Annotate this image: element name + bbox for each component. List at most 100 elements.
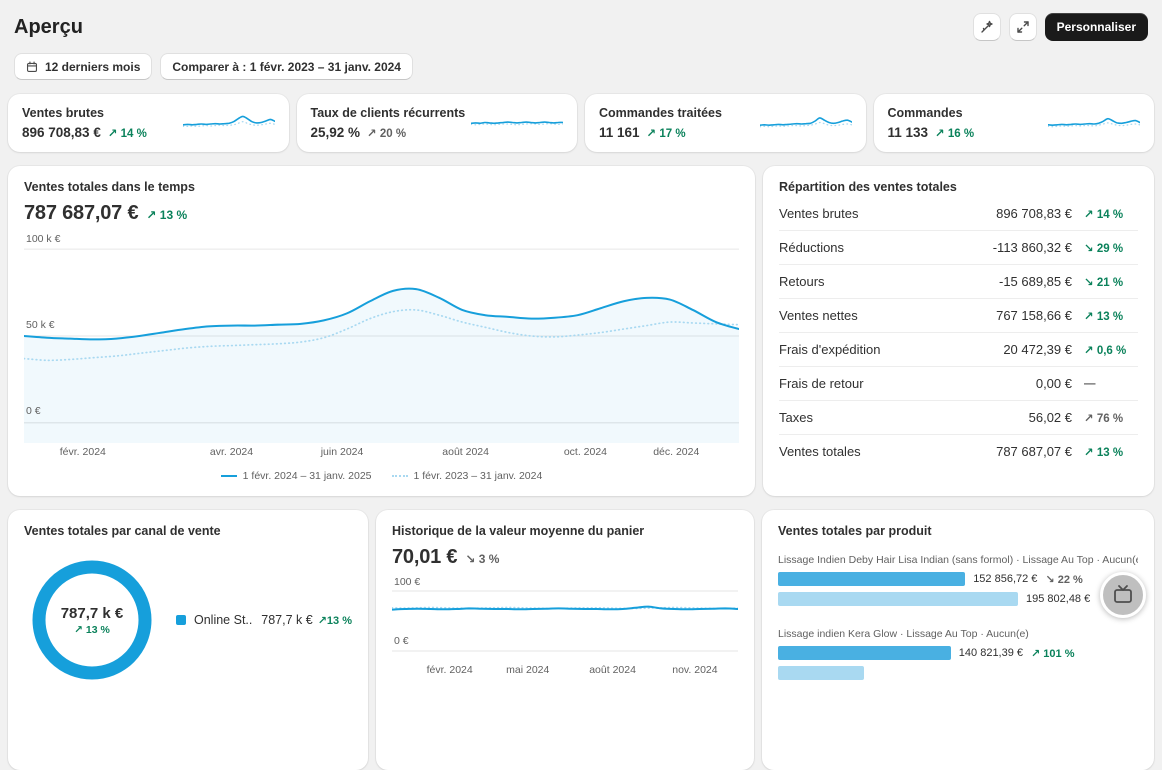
table-row: Frais de retour 0,00 € —	[779, 366, 1138, 400]
row-value: -113 860,32 €	[992, 240, 1072, 255]
x-axis-label: oct. 2024	[563, 446, 608, 458]
kpi-card-gross-sales[interactable]: Ventes brutes 896 708,83 € ↗ 14 %	[8, 94, 289, 152]
x-axis: févr. 2024 avr. 2024 juin 2024 août 2024…	[24, 446, 739, 461]
row-label: Ventes brutes	[779, 206, 859, 221]
product-group: Lissage indien Kera Glow · Lissage Au To…	[778, 628, 1138, 680]
dotted-line-swatch	[391, 475, 408, 477]
y-axis-label: 100 €	[394, 576, 421, 588]
x-axis-label: févr. 2024	[426, 664, 473, 676]
row-delta: ↗ 76 %	[1084, 412, 1124, 425]
kpi-delta: ↗ 16 %	[935, 128, 975, 140]
magic-edit-icon	[980, 20, 993, 33]
row-label: Frais d'expédition	[779, 342, 881, 357]
y-axis-label: 0 €	[26, 405, 41, 417]
table-row: Ventes brutes 896 708,83 € ↗ 14 %	[779, 197, 1138, 230]
y-axis-label: 0 €	[394, 635, 409, 647]
sales-over-time-card: Ventes totales dans le temps 787 687,07 …	[8, 166, 755, 496]
kpi-card-returning-customer-rate[interactable]: Taux de clients récurrents 25,92 % ↗ 20 …	[296, 94, 577, 152]
y-axis-label: 50 k €	[26, 319, 55, 331]
analytics-overview-page: Aperçu Personnaliser 12 derniers mois Co…	[0, 0, 1162, 770]
kpi-info: Ventes brutes 896 708,83 € ↗ 14 %	[22, 106, 147, 140]
table-row: Taxes 56,02 € ↗ 76 %	[779, 400, 1138, 434]
kpi-value: 11 133	[887, 125, 929, 140]
sales-breakdown-table: Ventes brutes 896 708,83 € ↗ 14 % Réduct…	[779, 197, 1138, 468]
kpi-card-orders[interactable]: Commandes 11 133 ↗ 16 %	[873, 94, 1154, 152]
current-period-line	[471, 121, 563, 125]
sales-breakdown-title: Répartition des ventes totales	[779, 180, 957, 194]
previous-period-bar	[778, 592, 1018, 606]
bar-delta: ↗ 101 %	[1031, 647, 1075, 660]
table-row: Frais d'expédition 20 472,39 € ↗ 0,6 %	[779, 332, 1138, 366]
table-row: Réductions -113 860,32 € ↘ 29 %	[779, 230, 1138, 264]
kpi-title: Commandes	[887, 106, 963, 120]
kpi-card-orders-fulfilled[interactable]: Commandes traitées 11 161 ↗ 17 %	[585, 94, 866, 152]
filter-bar: 12 derniers mois Comparer à : 1 févr. 20…	[14, 53, 1148, 80]
aov-title: Historique de la valeur moyenne du panie…	[392, 524, 645, 538]
row-label: Taxes	[779, 410, 813, 425]
row-delta: ↗ 13 %	[1084, 446, 1124, 459]
channel-legend: Online St... 787,7 k € ↗13 %	[176, 613, 352, 627]
kpi-value: 896 708,83 €	[22, 125, 101, 140]
kpi-sparkline	[471, 121, 563, 126]
sales-by-product-card: Ventes totales par produit Lissage Indie…	[762, 510, 1154, 770]
row-value: 56,02 €	[1028, 410, 1072, 425]
kpi-title: Taux de clients récurrents	[310, 106, 466, 120]
channel-name: Online St...	[194, 613, 254, 627]
bar-row-current: 140 821,39 € ↗ 101 %	[778, 646, 1138, 660]
kpi-delta: ↗ 14 %	[107, 128, 147, 140]
channel-swatch	[176, 615, 186, 625]
kpi-info: Commandes traitées 11 161 ↗ 17 %	[599, 106, 722, 140]
magic-edit-button[interactable]	[972, 13, 1001, 41]
bar-row-previous	[778, 666, 1138, 680]
x-axis-label: juin 2024	[320, 446, 364, 458]
row-delta: ↘ 29 %	[1084, 242, 1124, 255]
donut-total-value: 787,7 k €	[60, 604, 124, 622]
row-label: Frais de retour	[779, 376, 864, 391]
row-value: 0,00 €	[1035, 376, 1072, 391]
row-delta: ↘ 21 %	[1084, 276, 1124, 289]
bar-value: 140 821,39 €	[958, 647, 1024, 659]
x-axis-label: mai 2024	[506, 664, 550, 676]
donut-chart: 787,7 k € ↗ 13 %	[30, 558, 154, 682]
calendar-icon	[26, 60, 38, 72]
sales-over-time-title: Ventes totales dans le temps	[24, 180, 195, 194]
kpi-value: 11 161	[599, 125, 640, 140]
personalize-button[interactable]: Personnaliser	[1044, 13, 1148, 41]
page-title: Aperçu	[14, 15, 83, 38]
donut-total-delta: ↗ 13 %	[74, 623, 110, 636]
product-label: Lissage Indien Deby Hair Lisa Indian (sa…	[778, 554, 1138, 566]
bar-value: 152 856,72 €	[973, 573, 1038, 585]
row-delta: ↗ 0,6 %	[1084, 344, 1127, 357]
product-group: Lissage Indien Deby Hair Lisa Indian (sa…	[778, 554, 1138, 606]
area-fill	[24, 288, 739, 443]
row-delta: ↗ 13 %	[1084, 310, 1124, 323]
kpi-sparkline	[1048, 117, 1140, 128]
bar-value: 195 802,48 €	[1026, 593, 1091, 605]
row-label: Ventes totales	[779, 444, 861, 459]
aov-chart: 100 € 0 €	[392, 577, 738, 661]
sales-breakdown-card: Répartition des ventes totales Ventes br…	[763, 166, 1154, 496]
x-axis-label: déc. 2024	[653, 446, 700, 458]
aov-value: 70,01 €	[392, 546, 458, 568]
donut-center: 787,7 k € ↗ 13 %	[30, 558, 154, 682]
row-label: Réductions	[779, 240, 845, 255]
topbar: Aperçu Personnaliser	[8, 0, 1154, 41]
kpi-value: 25,92 %	[310, 125, 361, 140]
x-axis-label: août 2024	[442, 446, 489, 458]
sales-by-channel-card: Ventes totales par canal de vente 787,7 …	[8, 510, 368, 770]
solid-line-swatch	[220, 475, 237, 477]
table-row: Ventes nettes 767 158,66 € ↗ 13 %	[779, 298, 1138, 332]
channel-value: 787,7 k €	[261, 613, 313, 627]
compare-button[interactable]: Comparer à : 1 févr. 2023 – 31 janv. 202…	[160, 53, 413, 80]
kpi-delta: ↗ 17 %	[646, 128, 686, 140]
current-period-line	[759, 117, 852, 126]
date-range-label: 12 derniers mois	[45, 59, 141, 74]
expand-icon	[1016, 21, 1029, 33]
compare-label: Comparer à : 1 févr. 2023 – 31 janv. 202…	[172, 59, 401, 74]
tv-icon	[1114, 585, 1132, 603]
legend-previous-period: 1 févr. 2023 – 31 janv. 2024	[391, 470, 542, 482]
date-range-button[interactable]: 12 derniers mois	[14, 53, 153, 80]
screen-overlay-badge[interactable]	[1100, 572, 1146, 618]
topbar-actions: Personnaliser	[972, 13, 1148, 41]
expand-button[interactable]	[1008, 13, 1037, 41]
